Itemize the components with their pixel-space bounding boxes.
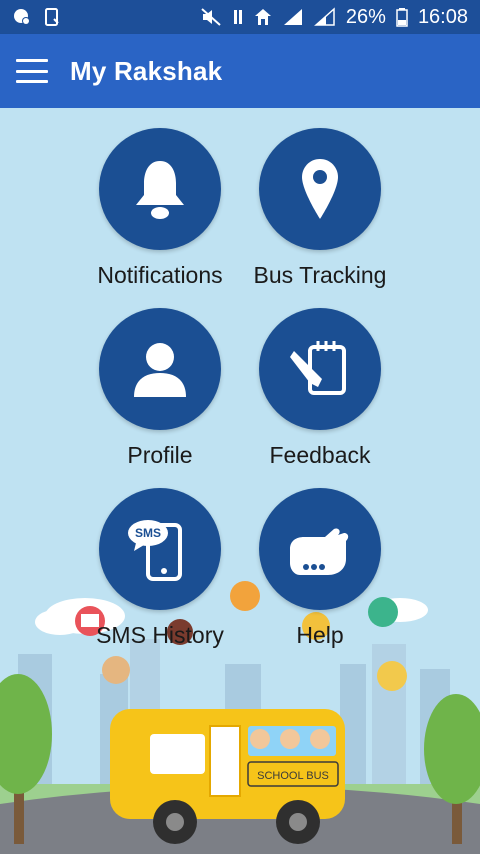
pen-notepad-icon: [290, 341, 346, 395]
helping-hand-icon: [290, 528, 349, 575]
download-notification-icon: [45, 8, 59, 26]
status-right-icons: 26% 16:08: [200, 6, 468, 29]
bus-tracking-button[interactable]: [259, 128, 381, 250]
tile-profile[interactable]: Profile: [75, 308, 245, 469]
home-icon: [254, 9, 271, 25]
svg-text:SMS: SMS: [135, 526, 161, 540]
tile-label-notifications: Notifications: [97, 262, 223, 288]
tile-label-sms-history: SMS History: [96, 622, 224, 648]
person-icon: [134, 343, 186, 397]
status-left-icons: [12, 7, 62, 27]
notifications-button[interactable]: [99, 128, 221, 250]
clock: 16:08: [417, 5, 468, 28]
help-button[interactable]: [259, 488, 381, 610]
mute-icon: [201, 8, 221, 26]
tile-label-help: Help: [296, 622, 344, 648]
battery-icon: [396, 8, 408, 27]
battery-percent: 26%: [345, 5, 386, 28]
app-title: My Rakshak: [70, 55, 223, 86]
status-bar: 26% 16:08: [0, 0, 480, 34]
app-bar: My Rakshak: [0, 34, 480, 108]
profile-button[interactable]: [99, 308, 221, 430]
signal-icon: [283, 9, 302, 25]
sms-phone-icon: SMS: [128, 520, 182, 581]
feedback-button[interactable]: [259, 308, 381, 430]
hamburger-menu-icon[interactable]: [16, 59, 48, 83]
bus-sign-text: SCHOOL BUS: [257, 770, 329, 782]
tile-sms-history[interactable]: SMS SMS History: [75, 488, 245, 649]
location-pin-icon: [302, 159, 338, 219]
chat-notification-icon: [14, 9, 30, 25]
data-transfer-icon: [233, 10, 242, 24]
tile-bus-tracking[interactable]: Bus Tracking: [235, 128, 405, 289]
tile-label-profile: Profile: [127, 442, 193, 468]
sms-history-button[interactable]: SMS: [99, 488, 221, 610]
bell-icon: [136, 161, 184, 219]
tile-feedback[interactable]: Feedback: [235, 308, 405, 469]
tile-notifications[interactable]: Notifications: [75, 128, 245, 289]
tile-label-feedback: Feedback: [269, 442, 371, 468]
tile-label-bus-tracking: Bus Tracking: [253, 262, 387, 288]
tile-help[interactable]: Help: [235, 488, 405, 649]
main-content: SCHOOL BUS Notifications Bus Tracking Pr…: [0, 108, 480, 854]
signal-icon-2: [313, 7, 335, 26]
